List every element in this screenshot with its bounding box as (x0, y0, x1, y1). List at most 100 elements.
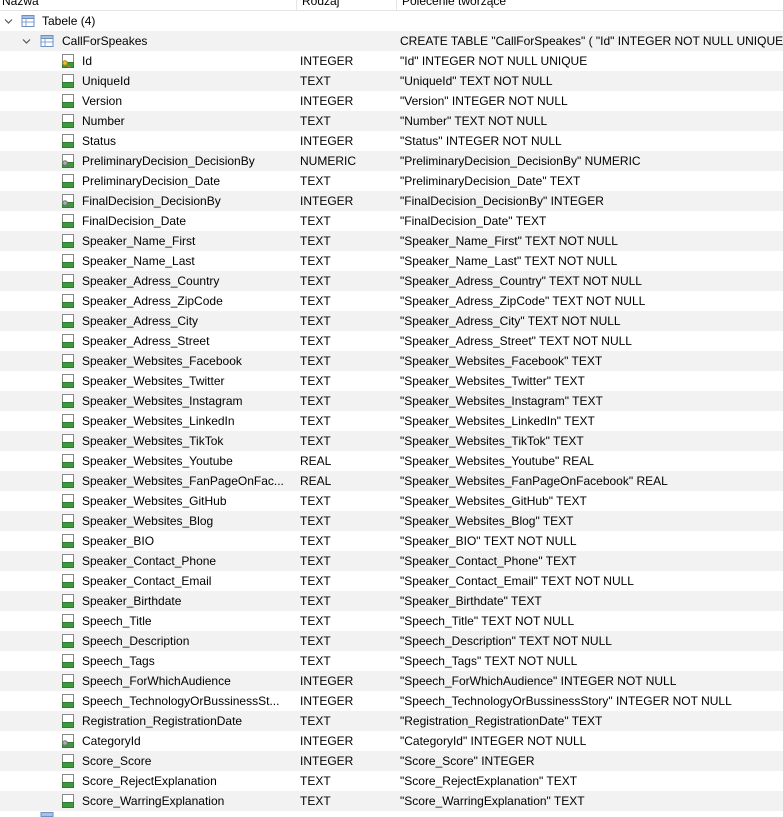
column-row[interactable]: Version INTEGER "Version" INTEGER NOT NULL (0, 91, 783, 111)
column-row[interactable]: Registration_RegistrationDate TEXT "Regist… (0, 711, 783, 731)
column-icon (62, 694, 74, 708)
column-name: Speech_TechnologyOrBussinessSt... (82, 694, 280, 708)
column-row[interactable]: Speech_TechnologyOrBussinessSt... INTEGER… (0, 691, 783, 711)
column-icon (62, 234, 74, 248)
column-row[interactable]: Speaker_Adress_Street TEXT "Speaker_Adress… (0, 331, 783, 351)
column-row[interactable]: Number TEXT "Number" TEXT NOT NULL (0, 111, 783, 131)
column-row[interactable]: Speaker_Contact_Phone TEXT "Speaker_Contac… (0, 551, 783, 571)
column-type: TEXT (300, 274, 331, 288)
column-name: PreliminaryDecision_DecisionBy (82, 154, 255, 168)
column-type: TEXT (300, 434, 331, 448)
column-row[interactable]: Speaker_Birthdate TEXT "Speaker_Birthdate"… (0, 591, 783, 611)
column-create-sql: "Speaker_Websites_Twitter" TEXT (400, 374, 585, 388)
tree-row-table[interactable]: CallForSpeakes CREATE TABLE "CallForSpea… (0, 31, 783, 51)
column-name: Speaker_Name_First (82, 234, 196, 248)
column-row[interactable]: Speaker_Adress_Country TEXT "Speaker_Adres… (0, 271, 783, 291)
header-separator[interactable] (396, 0, 397, 10)
column-row[interactable]: Speech_Tags TEXT "Speech_Tags" TEXT NOT NU… (0, 651, 783, 671)
column-row[interactable]: Speaker_Contact_Email TEXT "Speaker_Contac… (0, 571, 783, 591)
tree-row-tables-group[interactable]: Tabele (4) (0, 11, 783, 31)
column-row[interactable]: PreliminaryDecision_Date TEXT "Preliminary… (0, 171, 783, 191)
column-create-sql: "Id" INTEGER NOT NULL UNIQUE (400, 54, 588, 68)
column-row[interactable]: Speech_ForWhichAudience INTEGER "Speech_Fo… (0, 671, 783, 691)
column-name: Speaker_Websites_GitHub (82, 494, 227, 508)
column-row[interactable]: Speaker_Websites_Twitter TEXT "Speaker_Web… (0, 371, 783, 391)
column-name: Speech_Title (82, 614, 152, 628)
column-row[interactable]: Speaker_Websites_Facebook TEXT "Speaker_We… (0, 351, 783, 371)
column-icon (62, 254, 74, 268)
column-row[interactable]: Speaker_Name_Last TEXT "Speaker_Name_Last"… (0, 251, 783, 271)
column-row[interactable]: Score_RejectExplanation TEXT "Score_Reject… (0, 771, 783, 791)
column-create-sql: "Speaker_Birthdate" TEXT (400, 594, 542, 608)
chevron-down-icon[interactable] (22, 37, 31, 46)
column-row[interactable]: Speaker_Websites_Instagram TEXT "Speaker_W… (0, 391, 783, 411)
column-row[interactable]: Speaker_Websites_Youtube REAL "Speaker_Web… (0, 451, 783, 471)
column-name: Version (82, 94, 123, 108)
column-type: TEXT (300, 494, 331, 508)
column-type: TEXT (300, 314, 331, 328)
column-create-sql: "Speaker_Adress_ZipCode" TEXT NOT NULL (400, 294, 646, 308)
column-row[interactable]: Speaker_Adress_City TEXT "Speaker_Adress_C… (0, 311, 783, 331)
column-create-sql: "Score_Score" INTEGER (400, 754, 535, 768)
column-row[interactable]: Status INTEGER "Status" INTEGER NOT NULL (0, 131, 783, 151)
column-row[interactable]: Speaker_Websites_LinkedIn TEXT "Speaker_We… (0, 411, 783, 431)
column-create-sql: "Speech_TechnologyOrBussinessStory" INTE… (400, 694, 732, 708)
column-icon (62, 274, 74, 288)
column-row[interactable]: PreliminaryDecision_DecisionBy NUMERIC "Pr… (0, 151, 783, 171)
column-row[interactable]: FinalDecision_DecisionBy INTEGER "FinalDec… (0, 191, 783, 211)
header-separator[interactable] (296, 0, 297, 10)
column-row[interactable]: Speaker_Name_First TEXT "Speaker_Name_Firs… (0, 231, 783, 251)
header-type[interactable]: Rodzaj (300, 0, 339, 10)
column-row[interactable]: Score_WarringExplanation TEXT "Score_Warri… (0, 791, 783, 811)
column-icon (62, 394, 74, 408)
column-create-sql: "Speech_Tags" TEXT NOT NULL (400, 654, 578, 668)
column-row[interactable]: Speaker_Websites_GitHub TEXT "Speaker_Webs… (0, 491, 783, 511)
header-name[interactable]: Nazwa (0, 0, 39, 10)
column-type: INTEGER (300, 194, 354, 208)
column-create-sql: "UniqueId" TEXT NOT NULL (400, 74, 553, 88)
column-type: REAL (300, 474, 332, 488)
column-type: TEXT (300, 254, 331, 268)
column-row[interactable]: Speaker_Websites_TikTok TEXT "Speaker_Webs… (0, 431, 783, 451)
column-icon (62, 134, 74, 148)
column-name: Speaker_Adress_Street (82, 334, 210, 348)
column-name: Speaker_Adress_ZipCode (82, 294, 223, 308)
column-row[interactable]: Id INTEGER "Id" INTEGER NOT NULL UNIQUE (0, 51, 783, 71)
column-row[interactable]: FinalDecision_Date TEXT "FinalDecision_Dat… (0, 211, 783, 231)
column-row[interactable]: Speech_Title TEXT "Speech_Title" TEXT NOT … (0, 611, 783, 631)
column-type: TEXT (300, 334, 331, 348)
column-row[interactable]: Speaker_Websites_FanPageOnFac... REAL "Spe… (0, 471, 783, 491)
table-icon (40, 35, 54, 47)
column-name: Speaker_Birthdate (82, 594, 182, 608)
column-icon (62, 714, 74, 728)
column-type: TEXT (300, 174, 331, 188)
column-type: TEXT (300, 794, 331, 808)
column-name: Score_WarringExplanation (82, 794, 225, 808)
column-name: Speech_Description (82, 634, 190, 648)
column-type: REAL (300, 454, 332, 468)
chevron-down-icon[interactable] (4, 17, 13, 26)
column-row[interactable]: Speaker_Adress_ZipCode TEXT "Speaker_Adres… (0, 291, 783, 311)
column-row[interactable]: Score_Score INTEGER "Score_Score" INTEGER (0, 751, 783, 771)
foreign-key-column-icon (62, 154, 74, 168)
column-icon (62, 354, 74, 368)
column-row[interactable]: CategoryId INTEGER "CategoryId" INTEGER NO… (0, 731, 783, 751)
column-create-sql: "Speaker_Name_Last" TEXT NOT NULL (400, 254, 618, 268)
column-icon (62, 294, 74, 308)
column-type: TEXT (300, 214, 331, 228)
column-icon (62, 454, 74, 468)
column-row[interactable]: Speech_Description TEXT "Speech_Descriptio… (0, 631, 783, 651)
column-row[interactable]: UniqueId TEXT "UniqueId" TEXT NOT NULL (0, 71, 783, 91)
column-row[interactable]: Speaker_BIO TEXT "Speaker_BIO" TEXT NOT NU… (0, 531, 783, 551)
column-header: Nazwa Rodzaj Polecenie tworzące (0, 0, 783, 11)
column-create-sql: "Speaker_Adress_City" TEXT NOT NULL (400, 314, 621, 328)
column-type: TEXT (300, 394, 331, 408)
column-icon (62, 654, 74, 668)
column-type: INTEGER (300, 674, 354, 688)
header-sql[interactable]: Polecenie tworzące (400, 0, 506, 10)
column-name: Score_Score (82, 754, 152, 768)
column-type: NUMERIC (300, 154, 356, 168)
column-type: TEXT (300, 614, 331, 628)
column-row[interactable]: Speaker_Websites_Blog TEXT "Speaker_Websit… (0, 511, 783, 531)
column-type: TEXT (300, 114, 331, 128)
